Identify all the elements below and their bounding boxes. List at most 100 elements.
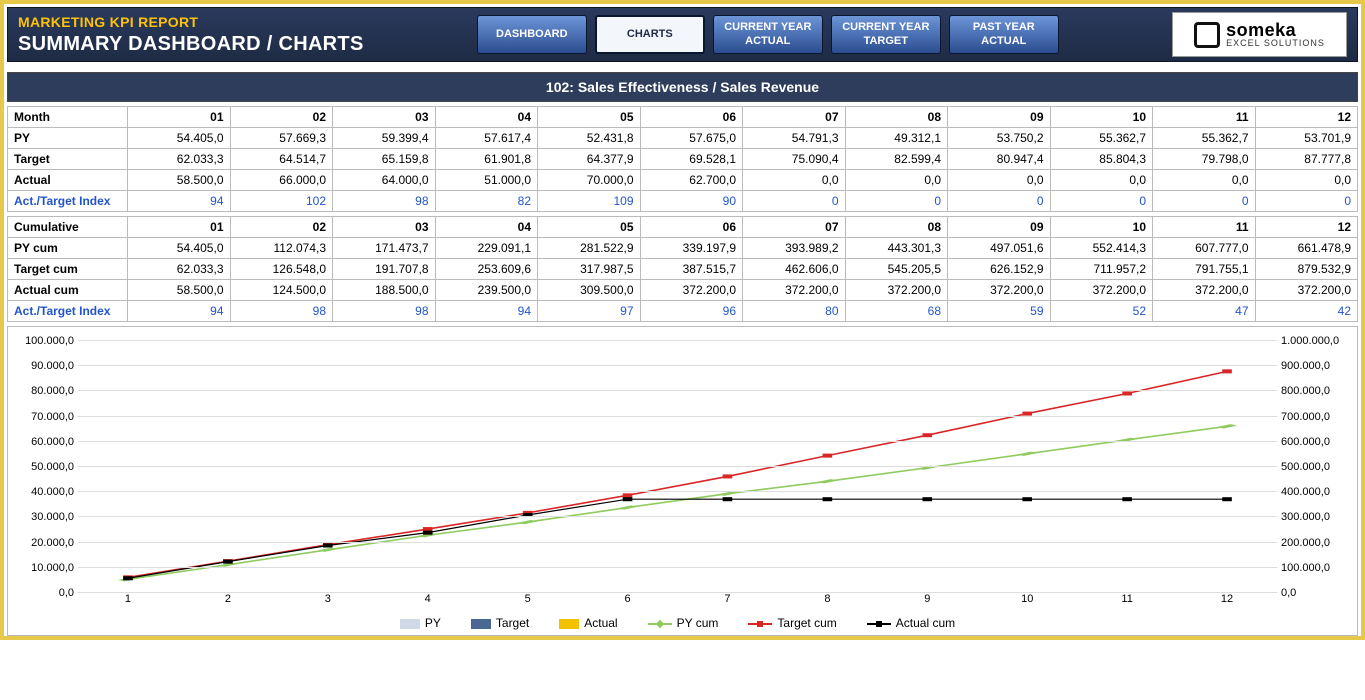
row-label: Actual cum bbox=[8, 280, 128, 301]
cell: 372.200,0 bbox=[845, 280, 948, 301]
cell: 64.514,7 bbox=[230, 149, 333, 170]
cell: 0,0 bbox=[948, 170, 1051, 191]
nav-dashboard[interactable]: DASHBOARD bbox=[477, 15, 587, 54]
nav-charts[interactable]: CHARTS bbox=[595, 15, 705, 54]
cell: 372.200,0 bbox=[1153, 280, 1256, 301]
header-bar: MARKETING KPI REPORT SUMMARY DASHBOARD /… bbox=[7, 7, 1358, 62]
legend: PY Target Actual PY cum Target cum Actual cum bbox=[78, 613, 1277, 633]
legend-item: Target bbox=[471, 616, 529, 630]
cell: 62.700,0 bbox=[640, 170, 743, 191]
ytick-left: 70.000,0 bbox=[31, 411, 74, 423]
table-col-header: 07 bbox=[743, 107, 846, 128]
cell: 97 bbox=[538, 301, 641, 322]
ytick-right: 300.000,0 bbox=[1281, 511, 1330, 523]
ytick-left: 50.000,0 bbox=[31, 461, 74, 473]
row-label: Target bbox=[8, 149, 128, 170]
ytick-right: 700.000,0 bbox=[1281, 411, 1330, 423]
legend-item: PY bbox=[400, 616, 441, 630]
legend-item: Actual bbox=[559, 616, 617, 630]
table-col-header: 06 bbox=[640, 217, 743, 238]
cell: 64.377,9 bbox=[538, 149, 641, 170]
cell: 49.312,1 bbox=[845, 128, 948, 149]
cell: 98 bbox=[333, 301, 436, 322]
cell: 96 bbox=[640, 301, 743, 322]
y-axis-left: 0,010.000,020.000,030.000,040.000,050.00… bbox=[8, 341, 78, 593]
cell: 53.701,9 bbox=[1255, 128, 1358, 149]
cell: 372.200,0 bbox=[1050, 280, 1153, 301]
ytick-left: 20.000,0 bbox=[31, 537, 74, 549]
table-col-header: 02 bbox=[230, 217, 333, 238]
chart: 0,010.000,020.000,030.000,040.000,050.00… bbox=[7, 326, 1358, 636]
logo: someka EXCEL SOLUTIONS bbox=[1172, 12, 1347, 57]
cell: 109 bbox=[538, 191, 641, 212]
ytick-right: 800.000,0 bbox=[1281, 385, 1330, 397]
table-row-header: Month bbox=[8, 107, 128, 128]
row-label: Act./Target Index bbox=[8, 191, 128, 212]
table-row: PY54.405,057.669,359.399,457.617,452.431… bbox=[8, 128, 1358, 149]
table-col-header: 10 bbox=[1050, 217, 1153, 238]
xtick: 7 bbox=[724, 593, 730, 605]
cell: 124.500,0 bbox=[230, 280, 333, 301]
y-axis-right: 0,0100.000,0200.000,0300.000,0400.000,05… bbox=[1277, 341, 1357, 593]
cell: 229.091,1 bbox=[435, 238, 538, 259]
xtick: 10 bbox=[1021, 593, 1033, 605]
table-col-header: 05 bbox=[538, 217, 641, 238]
xtick: 5 bbox=[525, 593, 531, 605]
ytick-left: 60.000,0 bbox=[31, 436, 74, 448]
cell: 80.947,4 bbox=[948, 149, 1051, 170]
legend-item: Target cum bbox=[748, 616, 836, 630]
logo-brand: someka bbox=[1226, 21, 1325, 39]
cell: 57.675,0 bbox=[640, 128, 743, 149]
cell: 53.750,2 bbox=[948, 128, 1051, 149]
cell: 0,0 bbox=[1255, 170, 1358, 191]
cell: 317.987,5 bbox=[538, 259, 641, 280]
cell: 0 bbox=[1255, 191, 1358, 212]
cell: 126.548,0 bbox=[230, 259, 333, 280]
nav-cy-target[interactable]: CURRENT YEAR TARGET bbox=[831, 15, 941, 54]
table-col-header: 06 bbox=[640, 107, 743, 128]
table-col-header: 12 bbox=[1255, 217, 1358, 238]
cell: 55.362,7 bbox=[1153, 128, 1256, 149]
table-col-header: 08 bbox=[845, 107, 948, 128]
cell: 79.798,0 bbox=[1153, 149, 1256, 170]
nav-cy-actual[interactable]: CURRENT YEAR ACTUAL bbox=[713, 15, 823, 54]
section-title: 102: Sales Effectiveness / Sales Revenue bbox=[7, 72, 1358, 102]
cell: 87.777,8 bbox=[1255, 149, 1358, 170]
cell: 47 bbox=[1153, 301, 1256, 322]
cell: 75.090,4 bbox=[743, 149, 846, 170]
table-col-header: 11 bbox=[1153, 217, 1256, 238]
ytick-right: 200.000,0 bbox=[1281, 537, 1330, 549]
cell: 791.755,1 bbox=[1153, 259, 1256, 280]
cell: 68 bbox=[845, 301, 948, 322]
cell: 0,0 bbox=[1050, 170, 1153, 191]
cell: 711.957,2 bbox=[1050, 259, 1153, 280]
cell: 98 bbox=[230, 301, 333, 322]
cell: 0,0 bbox=[1153, 170, 1256, 191]
cell: 102 bbox=[230, 191, 333, 212]
logo-tagline: EXCEL SOLUTIONS bbox=[1226, 39, 1325, 48]
cumulative-table: Cumulative010203040506070809101112 PY cu… bbox=[7, 216, 1358, 322]
cell: 65.159,8 bbox=[333, 149, 436, 170]
xtick: 2 bbox=[225, 593, 231, 605]
row-label: Act./Target Index bbox=[8, 301, 128, 322]
cell: 54.405,0 bbox=[128, 238, 231, 259]
cell: 58.500,0 bbox=[128, 280, 231, 301]
cell: 0,0 bbox=[743, 170, 846, 191]
cell: 58.500,0 bbox=[128, 170, 231, 191]
cell: 171.473,7 bbox=[333, 238, 436, 259]
legend-item: PY cum bbox=[648, 616, 719, 630]
ytick-left: 40.000,0 bbox=[31, 486, 74, 498]
ytick-left: 0,0 bbox=[59, 587, 74, 599]
cell: 57.617,4 bbox=[435, 128, 538, 149]
table-row: PY cum54.405,0112.074,3171.473,7229.091,… bbox=[8, 238, 1358, 259]
cell: 253.609,6 bbox=[435, 259, 538, 280]
cell: 94 bbox=[128, 301, 231, 322]
nav-py-actual[interactable]: PAST YEAR ACTUAL bbox=[949, 15, 1059, 54]
ytick-right: 0,0 bbox=[1281, 587, 1296, 599]
cell: 393.989,2 bbox=[743, 238, 846, 259]
legend-item: Actual cum bbox=[867, 616, 955, 630]
line-PY-cum bbox=[128, 426, 1227, 579]
row-label: Actual bbox=[8, 170, 128, 191]
cell: 607.777,0 bbox=[1153, 238, 1256, 259]
xtick: 1 bbox=[125, 593, 131, 605]
